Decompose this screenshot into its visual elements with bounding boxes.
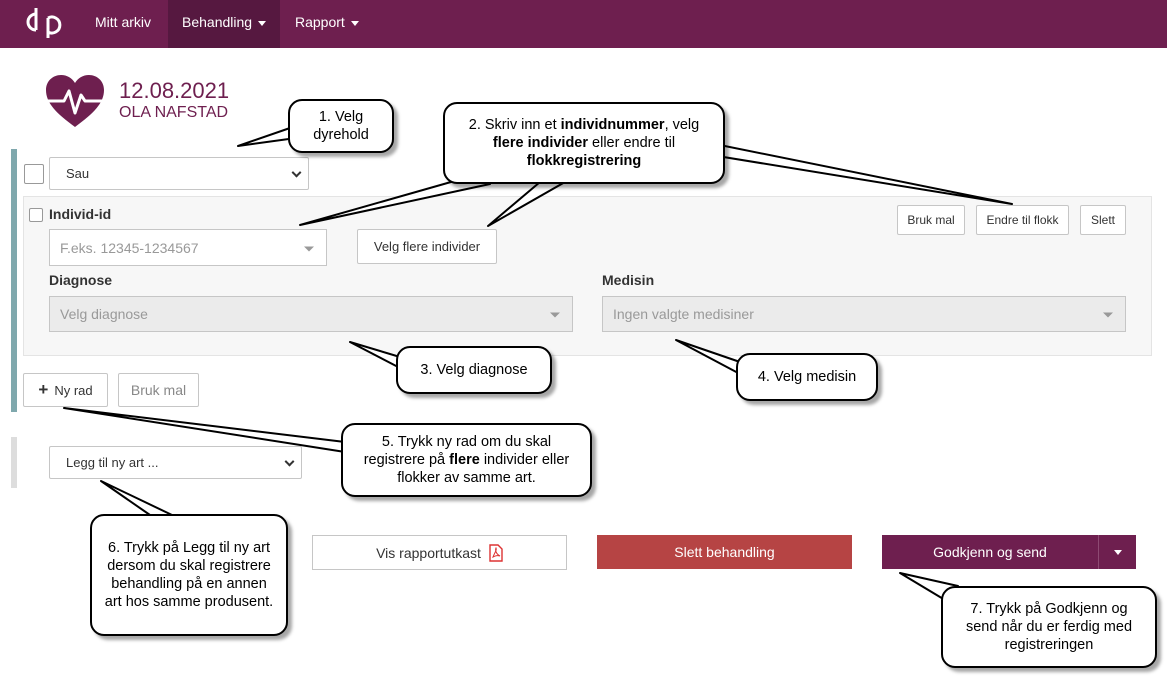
callout-7: 7. Trykk på Godkjenn og send når du er f… [941,586,1157,668]
diagnose-select[interactable]: Velg diagnose [49,296,573,332]
callout-5: 5. Trykk ny rad om du skal registrere på… [341,423,592,497]
vis-rapportutkast-button[interactable]: Vis rapportutkast [312,535,567,570]
nav-rapport[interactable]: Rapport [281,0,373,48]
top-navbar: Mitt arkiv Behandling Rapport [0,0,1167,48]
caret-down-icon [350,20,359,26]
caret-down-icon [550,312,560,318]
nav-behandling[interactable]: Behandling [168,0,281,48]
add-species-select[interactable]: Legg til ny art ... [49,446,302,479]
section-accent-bar [11,149,17,412]
nav-mitt-arkiv[interactable]: Mitt arkiv [81,0,165,48]
row-slett-button[interactable]: Slett [1080,205,1126,235]
medisin-label: Medisin [602,272,655,288]
chevron-down-icon [291,167,302,178]
ny-rad-button[interactable]: + Ny rad [23,373,108,407]
godkjenn-og-send-button[interactable]: Godkjenn og send [882,535,1098,569]
individ-input[interactable]: F.eks. 12345-1234567 [49,229,327,266]
caret-down-icon [1103,312,1113,318]
bruk-mal-button[interactable]: Bruk mal [118,373,199,407]
species-select[interactable]: Sau [49,157,309,190]
individ-checkbox[interactable] [29,208,43,222]
pdf-icon [489,543,503,562]
dp-logo-icon[interactable] [22,4,70,44]
species-checkbox[interactable] [24,164,44,184]
row-bruk-mal-button[interactable]: Bruk mal [897,205,965,235]
treatment-date: 12.08.2021 [119,78,230,103]
heart-pulse-icon [46,75,104,127]
endre-til-flokk-button[interactable]: Endre til flokk [976,205,1069,235]
caret-down-icon [1113,549,1122,555]
callout-3: 3. Velg diagnose [396,346,552,394]
slett-behandling-button[interactable]: Slett behandling [597,535,852,569]
caret-down-icon [258,20,267,26]
owner-name: OLA NAFSTAD [119,104,229,121]
godkjenn-dropdown-toggle[interactable] [1098,535,1136,569]
medisin-select[interactable]: Ingen valgte medisiner [602,296,1126,332]
diagnose-label: Diagnose [49,272,113,288]
individ-label: Individ-id [49,206,112,222]
callout-6: 6. Trykk på Legg til ny art dersom du sk… [90,514,288,636]
callout-1: 1. Velg dyrehold [288,99,394,153]
chevron-down-icon [284,456,295,467]
callout-4: 4. Velg medisin [736,353,878,401]
caret-down-icon [304,246,314,251]
plus-icon: + [38,380,49,399]
section-accent-bar-empty [11,437,17,488]
callout-2: 2. Skriv inn et individnummer, velg fler… [443,102,725,184]
velg-flere-individer-button[interactable]: Velg flere individer [357,229,497,264]
